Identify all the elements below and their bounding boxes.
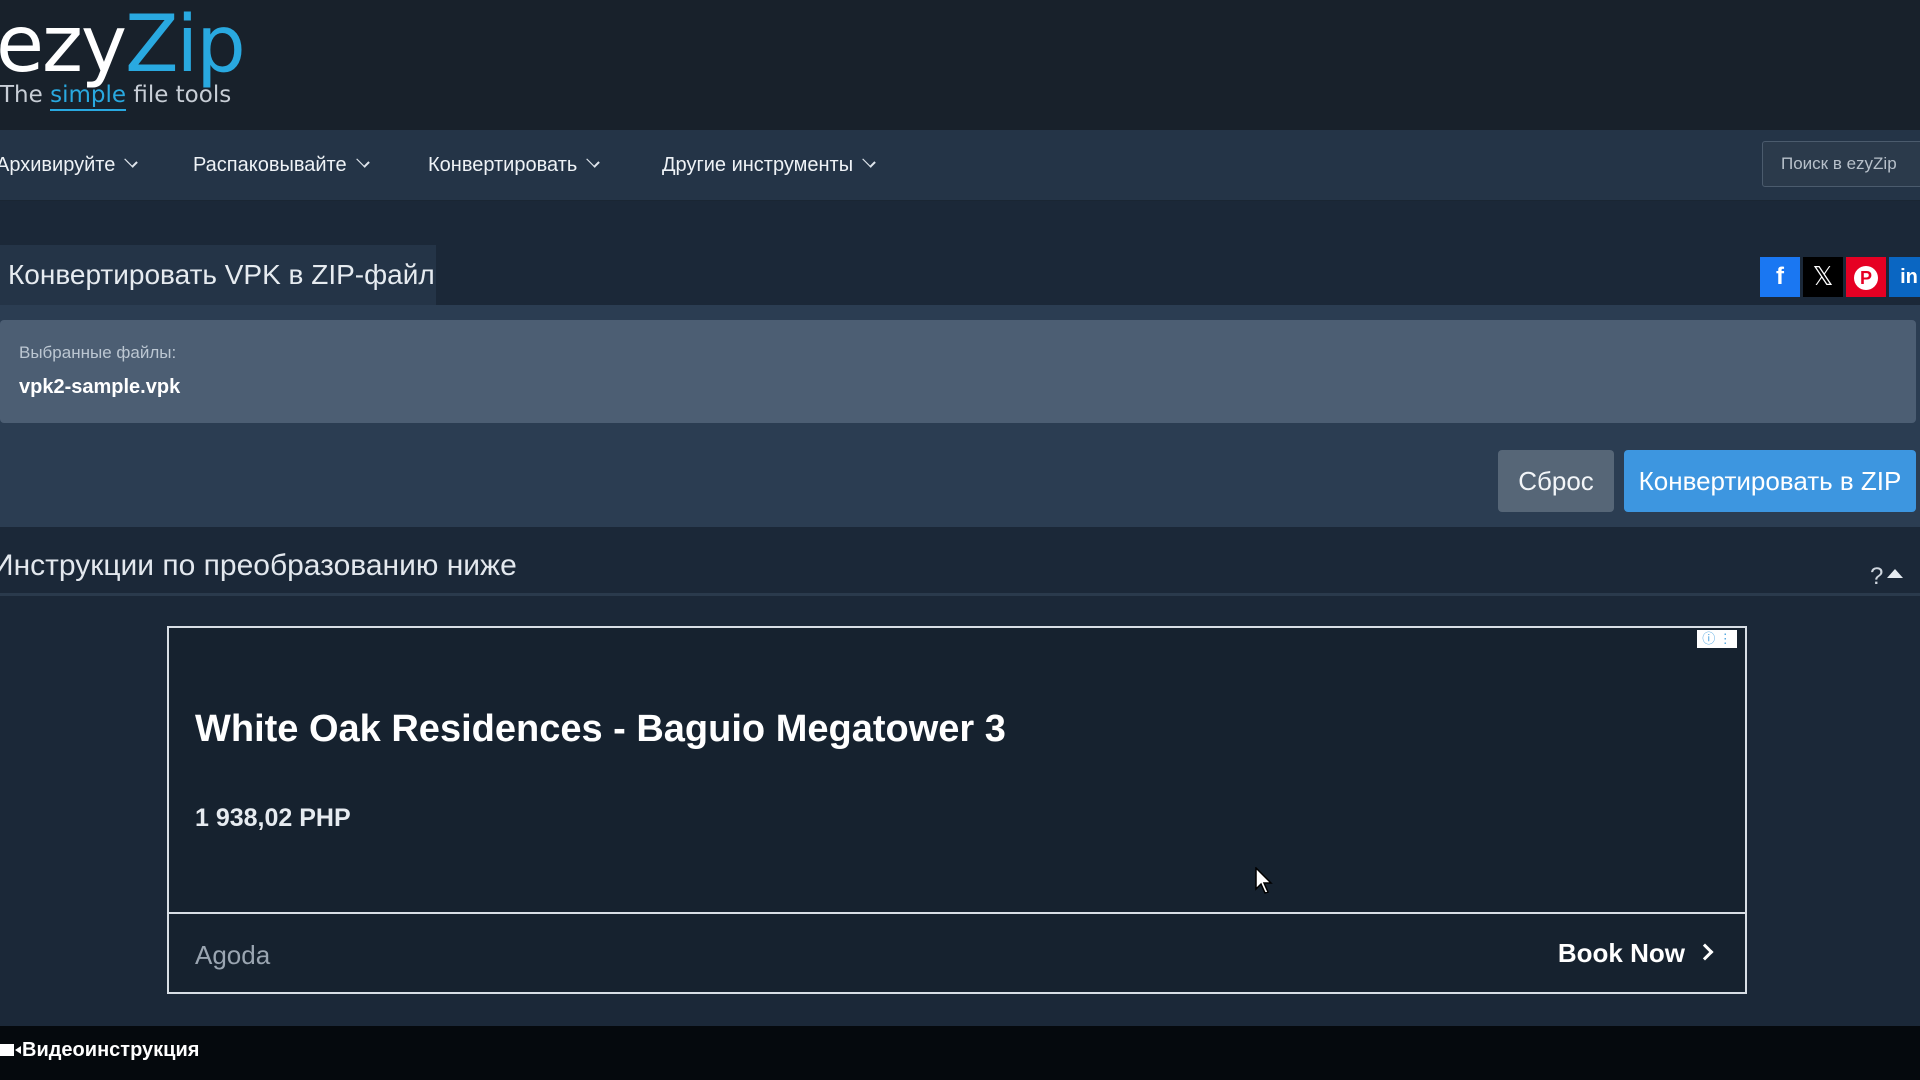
tagline-rest: file tools [133, 82, 232, 108]
ad-divider [169, 912, 1745, 914]
ezyzip-logo[interactable]: ezyZip [0, 0, 246, 90]
nav-other-tools[interactable]: Другие инструменты [662, 130, 876, 200]
x-share-icon[interactable]: 𝕏 [1803, 257, 1843, 297]
advertisement[interactable]: ⓘ ⋮ White Oak Residences - Baguio Megato… [167, 626, 1747, 994]
facebook-share-icon[interactable]: f [1760, 257, 1800, 297]
ad-brand: Agoda [195, 940, 271, 970]
instructions-heading[interactable]: Инструкции по преобразованию ниже [0, 549, 517, 583]
site-header: ezyZip The simple file tools [0, 0, 1920, 130]
selected-files-box: Выбранные файлы: vpk2-sample.vpk [0, 320, 1916, 423]
nav-archive-label: Архивируйте [0, 154, 116, 176]
footer-bar: Видеоинструкция [0, 1026, 1920, 1080]
ad-title[interactable]: White Oak Residences - Baguio Megatower … [195, 708, 1006, 751]
selected-files-label: Выбранные файлы: [19, 343, 177, 362]
nav-other-tools-label: Другие инструменты [662, 154, 854, 176]
tagline-the: The [0, 82, 43, 108]
instructions-toggle[interactable]: ? [1870, 563, 1904, 591]
logo-zip: Zip [125, 0, 246, 90]
ad-book-now-label: Book Now [1557, 938, 1685, 968]
page-title: Конвертировать VPK в ZIP-файл [0, 245, 436, 305]
mouse-cursor-icon [1255, 867, 1273, 894]
nav-convert[interactable]: Конвертировать [428, 130, 601, 200]
nav-extract-label: Распаковывайте [193, 154, 347, 176]
section-divider [0, 593, 1920, 596]
video-tutorial-link[interactable]: Видеоинструкция [0, 1039, 199, 1062]
chevron-down-icon [862, 154, 876, 168]
ad-choices-icon[interactable]: ⓘ ⋮ [1697, 630, 1737, 648]
question-icon: ? [1870, 563, 1884, 590]
convert-to-zip-button[interactable]: Конвертировать в ZIP [1624, 450, 1916, 512]
ad-book-now-button[interactable]: Book Now [1557, 938, 1714, 969]
chevron-right-icon [1696, 943, 1714, 961]
pinterest-glyph: P [1854, 266, 1878, 290]
caret-up-icon [1887, 569, 1904, 578]
main-navbar: Архивируйте Распаковывайте Конвертироват… [0, 130, 1920, 201]
nav-extract[interactable]: Распаковывайте [193, 130, 370, 200]
chevron-down-icon [124, 154, 139, 168]
search-input[interactable]: Поиск в ezyZip [1762, 141, 1920, 187]
ad-price: 1 938,02 PHP [195, 804, 351, 832]
video-camera-icon [0, 1044, 21, 1056]
logo-tagline: The simple file tools [0, 82, 232, 111]
chevron-down-icon [586, 154, 601, 168]
logo-ezy: ezy [0, 0, 127, 90]
selected-file-name: vpk2-sample.vpk [19, 376, 181, 398]
nav-archive[interactable]: Архивируйте [0, 130, 139, 200]
tagline-simple: simple [50, 82, 127, 111]
pinterest-share-icon[interactable]: P [1846, 257, 1886, 297]
nav-convert-label: Конвертировать [428, 154, 578, 176]
chevron-down-icon [355, 154, 370, 168]
linkedin-share-icon[interactable]: in [1889, 257, 1920, 297]
reset-button[interactable]: Сброс [1498, 450, 1614, 512]
video-tutorial-label: Видеоинструкция [22, 1039, 200, 1061]
